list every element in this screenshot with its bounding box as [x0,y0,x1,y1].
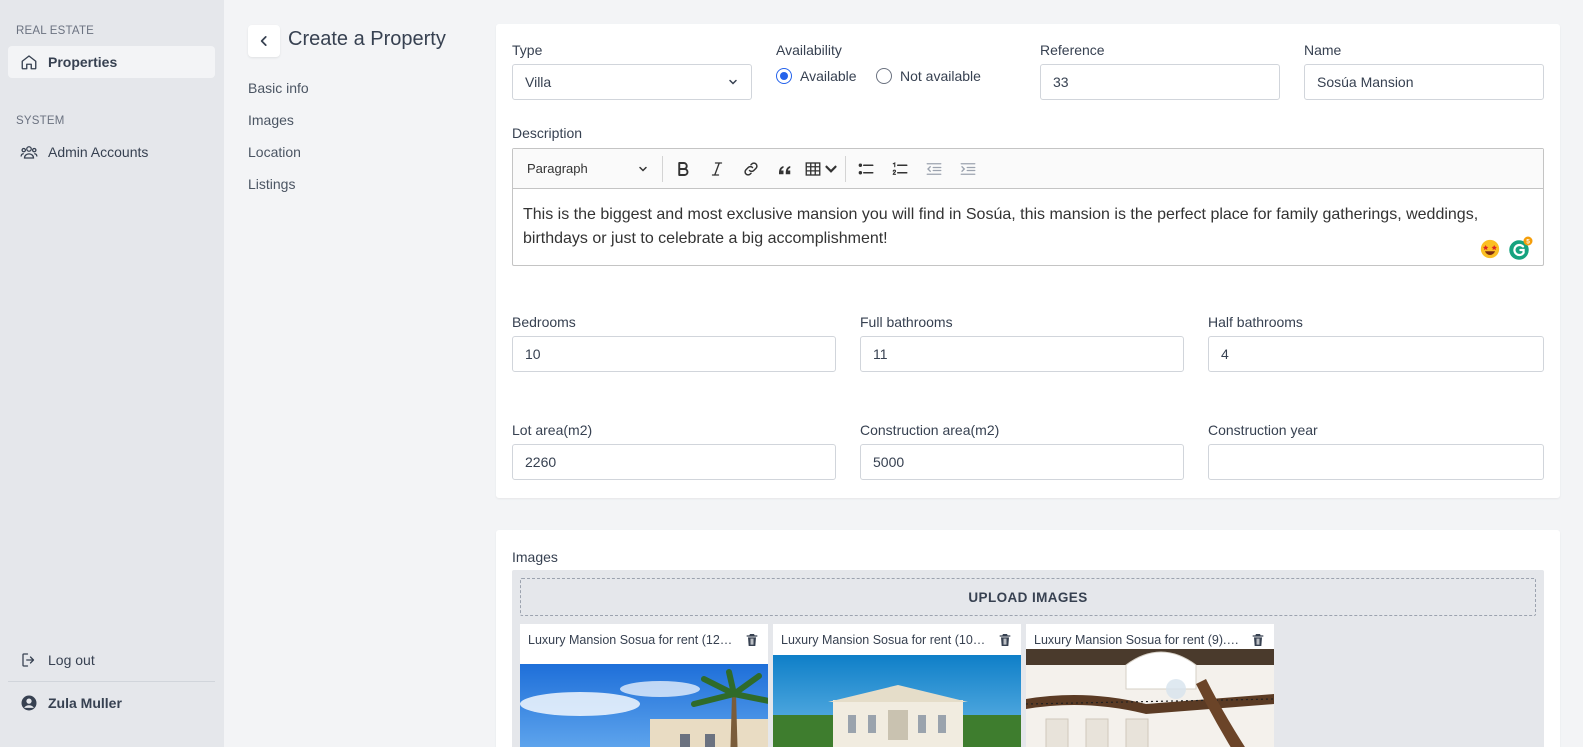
image-preview [773,655,1021,747]
images-label: Images [512,549,558,565]
section-nav-images[interactable]: Images [248,112,294,128]
reference-input[interactable]: 33 [1040,64,1280,100]
sidebar-item-label: Properties [48,54,118,70]
image-thumbnail[interactable]: Luxury Mansion Sosua for rent (10).jpg [773,624,1021,747]
name-label: Name [1304,42,1342,58]
sidebar-divider [8,681,215,682]
reference-label: Reference [1040,42,1105,58]
bold-icon [674,160,692,178]
full-bathrooms-input[interactable]: 11 [860,336,1184,372]
sidebar: REAL ESTATE Properties SYSTEM Admin Acco… [0,0,224,747]
lot-area-input[interactable]: 2260 [512,444,836,480]
paragraph-style-dropdown[interactable]: Paragraph [519,152,659,186]
image-filename: Luxury Mansion Sosua for rent (12).jpg [528,633,734,647]
bulleted-list-button[interactable] [849,152,883,186]
logout-button[interactable]: Log out [8,644,215,676]
chevron-down-icon [822,160,840,178]
half-bathrooms-input[interactable]: 4 [1208,336,1544,372]
trash-icon[interactable] [744,632,760,648]
toolbar-separator [845,155,846,182]
quote-icon [776,160,794,178]
description-text[interactable]: This is the biggest and most exclusive m… [513,189,1543,251]
logout-label: Log out [48,652,95,668]
name-input[interactable]: Sosúa Mansion [1304,64,1544,100]
user-profile[interactable]: Zula Muller [8,687,215,719]
trash-icon[interactable] [997,632,1013,648]
bold-button[interactable] [666,152,700,186]
radio-checked-icon [776,68,792,84]
indent-button[interactable] [951,152,985,186]
page-title: Create a Property [288,28,446,50]
radio-label: Available [800,68,857,84]
italic-button[interactable] [700,152,734,186]
half-bathrooms-label: Half bathrooms [1208,314,1303,330]
bedrooms-input[interactable]: 10 [512,336,836,372]
basic-info-card: Type Villa Availability Available Not av… [496,24,1560,498]
chevron-down-icon [637,163,649,175]
image-filename: Luxury Mansion Sosua for rent (10).jpg [781,633,987,647]
chevron-left-icon [257,34,271,48]
lot-area-label: Lot area(m2) [512,422,593,438]
images-card: Images UPLOAD IMAGES Luxury Mansion Sosu… [496,530,1560,747]
logout-icon [20,651,38,669]
image-thumbnail[interactable]: Luxury Mansion Sosua for rent (12).jpg [520,624,777,747]
editor-toolbar: Paragraph [513,149,1543,189]
avatar-icon [20,694,38,712]
grammarly-count: 5 [1526,238,1530,245]
sidebar-item-properties[interactable]: Properties [8,46,215,78]
availability-available-radio[interactable]: Available [776,68,857,84]
section-label-system: SYSTEM [16,115,65,127]
type-value: Villa [525,74,552,90]
link-button[interactable] [734,152,768,186]
image-preview [520,664,777,747]
indent-icon [959,160,977,178]
construction-year-label: Construction year [1208,422,1318,438]
description-label: Description [512,125,583,141]
user-name: Zula Muller [48,695,122,711]
emoji-icon[interactable] [1479,238,1501,260]
construction-year-input[interactable] [1208,444,1544,480]
radio-label: Not available [900,68,981,84]
trash-icon[interactable] [1250,632,1266,648]
description-editor: Paragraph This is the biggest and most e… [512,148,1544,266]
availability-not-available-radio[interactable]: Not available [876,68,981,84]
blockquote-button[interactable] [768,152,802,186]
outdent-icon [925,160,943,178]
type-select[interactable]: Villa [512,64,752,100]
italic-icon [708,160,726,178]
bedrooms-label: Bedrooms [512,314,576,330]
insert-table-button[interactable] [802,152,842,186]
back-button[interactable] [248,25,280,57]
section-nav-basic-info[interactable]: Basic info [248,80,309,96]
link-icon [742,160,760,178]
image-filename: Luxury Mansion Sosua for rent (9).jpg [1034,633,1240,647]
outdent-button[interactable] [917,152,951,186]
image-thumbnail[interactable]: Luxury Mansion Sosua for rent (9).jpg [1025,624,1275,747]
sidebar-item-label: Admin Accounts [48,144,149,160]
full-bathrooms-label: Full bathrooms [860,314,953,330]
bulleted-list-icon [857,160,875,178]
section-nav-listings[interactable]: Listings [248,176,295,192]
construction-area-label: Construction area(m2) [860,422,1000,438]
numbered-list-button[interactable] [883,152,917,186]
availability-label: Availability [776,42,842,58]
image-upload-area: UPLOAD IMAGES Luxury Mansion Sosua for r… [512,570,1544,747]
users-icon [20,143,38,161]
image-preview [1025,649,1275,747]
upload-images-button[interactable]: UPLOAD IMAGES [520,578,1536,616]
section-nav-location[interactable]: Location [248,144,301,160]
sidebar-item-admin-accounts[interactable]: Admin Accounts [8,136,215,168]
type-label: Type [512,42,543,58]
paragraph-style-value: Paragraph [527,161,588,176]
numbered-list-icon [891,160,909,178]
table-icon [804,160,822,178]
construction-area-input[interactable]: 5000 [860,444,1184,480]
radio-unchecked-icon [876,68,892,84]
toolbar-separator [662,155,663,182]
grammarly-icon[interactable]: 5 [1507,236,1533,262]
chevron-down-icon [727,76,739,88]
section-label-real-estate: REAL ESTATE [16,25,95,37]
home-icon [20,53,38,71]
